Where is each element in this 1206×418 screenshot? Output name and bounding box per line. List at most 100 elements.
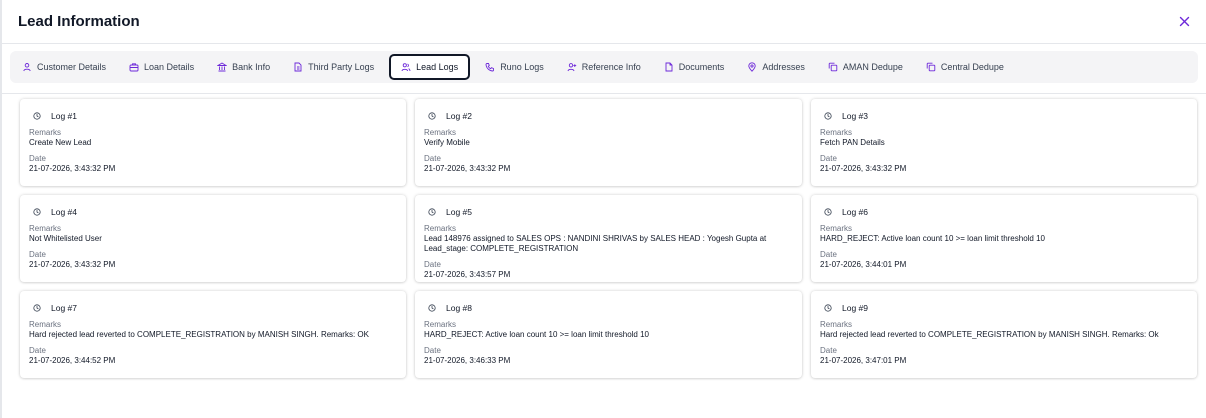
tab-label: Bank Info xyxy=(232,62,271,72)
log-card: Log #3 Remarks Fetch PAN Details Date 21-07-… xyxy=(811,99,1197,186)
remarks-label: Remarks xyxy=(424,224,457,233)
tab-central-dedupe[interactable]: Central Dedupe xyxy=(918,54,1012,80)
users-icon xyxy=(401,62,411,72)
remarks-value: HARD_REJECT: Active loan count 10 >= loa… xyxy=(820,234,1046,243)
remarks-label: Remarks xyxy=(424,320,457,329)
log-card-header: Log #1 xyxy=(33,110,397,122)
date-label: Date xyxy=(29,154,46,163)
tab-reference-info[interactable]: Reference Info xyxy=(559,54,649,80)
tab-addresses[interactable]: Addresses xyxy=(739,54,813,80)
date-label: Date xyxy=(820,346,837,355)
remarks-label: Remarks xyxy=(29,128,62,137)
log-title: Log #4 xyxy=(51,207,77,217)
clock-icon xyxy=(824,112,832,120)
date-label: Date xyxy=(820,250,837,259)
log-title: Log #3 xyxy=(842,111,868,121)
log-card: Log #1 Remarks Create New Lead Date 21-07-20… xyxy=(20,99,406,186)
clock-icon xyxy=(33,112,41,120)
user-plus-icon xyxy=(567,62,577,72)
log-card: Log #4 Remarks Not Whitelisted User Date 21-… xyxy=(20,195,406,282)
remarks-value: Lead 148976 assigned to SALES OPS : NAND… xyxy=(424,234,767,253)
log-card-header: Log #4 xyxy=(33,206,397,218)
tab-third-party-logs[interactable]: Third Party Logs xyxy=(285,54,382,80)
tab-label: Runo Logs xyxy=(500,62,544,72)
remarks-label: Remarks xyxy=(820,224,853,233)
remarks-label: Remarks xyxy=(424,128,457,137)
tab-lead-logs[interactable]: Lead Logs xyxy=(389,54,471,80)
log-title: Log #5 xyxy=(446,207,472,217)
log-card: Log #7 Remarks Hard rejected lead reverted… xyxy=(20,291,406,378)
log-title: Log #6 xyxy=(842,207,868,217)
map-pin-icon xyxy=(747,62,757,72)
log-title: Log #2 xyxy=(446,111,472,121)
date-value: 21-07-2026, 3:43:32 PM xyxy=(29,164,116,173)
log-card: Log #9 Remarks Hard rejected lead reverted… xyxy=(811,291,1197,378)
tab-loan-details[interactable]: Loan Details xyxy=(121,54,202,80)
date-label: Date xyxy=(424,260,441,269)
tab-label: Lead Logs xyxy=(416,62,459,72)
clock-icon xyxy=(428,112,436,120)
phone-icon xyxy=(485,62,495,72)
remarks-value: Create New Lead xyxy=(29,138,92,147)
date-label: Date xyxy=(29,346,46,355)
copy-icon xyxy=(926,62,936,72)
tab-bar: Customer Details Loan Details Bank Info Thi… xyxy=(10,51,1198,83)
clock-icon xyxy=(33,304,41,312)
remarks-value: Hard rejected lead reverted to COMPLETE_… xyxy=(29,330,369,339)
remarks-label: Remarks xyxy=(29,320,62,329)
file-icon xyxy=(293,62,303,72)
remarks-label: Remarks xyxy=(820,128,853,137)
lead-logs-grid: Log #1 Remarks Create New Lead Date 21-07-20… xyxy=(20,99,1197,378)
log-card-header: Log #5 xyxy=(428,206,793,218)
date-value: 21-07-2026, 3:43:32 PM xyxy=(820,164,907,173)
date-value: 21-07-2026, 3:44:01 PM xyxy=(820,260,907,269)
clock-icon xyxy=(824,304,832,312)
log-card-header: Log #8 xyxy=(428,302,793,314)
document-icon xyxy=(664,62,674,72)
log-card: Log #2 Remarks Verify Mobile Date 21-07-2026… xyxy=(415,99,802,186)
log-title: Log #7 xyxy=(51,303,77,313)
modal-title: Lead Information xyxy=(18,13,140,30)
log-title: Log #9 xyxy=(842,303,868,313)
tab-label: Third Party Logs xyxy=(308,62,375,72)
date-label: Date xyxy=(424,154,441,163)
date-value: 21-07-2026, 3:43:32 PM xyxy=(424,164,511,173)
remarks-value: Verify Mobile xyxy=(424,138,470,147)
bank-icon xyxy=(217,62,228,72)
copy-icon xyxy=(828,62,838,72)
date-label: Date xyxy=(820,154,837,163)
modal-header: Lead Information xyxy=(2,0,1206,44)
log-title: Log #8 xyxy=(446,303,472,313)
remarks-value: Not Whitelisted User xyxy=(29,234,102,243)
tab-bank-info[interactable]: Bank Info xyxy=(209,54,278,80)
date-value: 21-07-2026, 3:43:32 PM xyxy=(29,260,116,269)
log-card-header: Log #9 xyxy=(824,302,1188,314)
tab-runo-logs[interactable]: Runo Logs xyxy=(477,54,552,80)
user-icon xyxy=(22,62,32,72)
date-label: Date xyxy=(424,346,441,355)
date-value: 21-07-2026, 3:44:52 PM xyxy=(29,356,116,365)
tab-label: Loan Details xyxy=(144,62,195,72)
clock-icon xyxy=(824,208,832,216)
log-title: Log #1 xyxy=(51,111,77,121)
log-card: Log #5 Remarks Lead 148976 assigned to SAL… xyxy=(415,195,802,282)
log-card: Log #8 Remarks HARD_REJECT: Active loan co… xyxy=(415,291,802,378)
tab-label: Documents xyxy=(678,62,725,72)
tab-label: Addresses xyxy=(762,62,805,72)
tab-aman-dedupe[interactable]: AMAN Dedupe xyxy=(820,54,911,80)
clock-icon xyxy=(428,304,436,312)
tab-label: AMAN Dedupe xyxy=(842,62,903,72)
tab-label: Reference Info xyxy=(581,62,641,72)
log-card: Log #6 Remarks HARD_REJECT: Active loan co… xyxy=(811,195,1197,282)
log-card-header: Log #3 xyxy=(824,110,1188,122)
tab-documents[interactable]: Documents xyxy=(656,54,733,80)
tab-customer-details[interactable]: Customer Details xyxy=(14,54,114,80)
log-card-header: Log #7 xyxy=(33,302,397,314)
lead-information-modal: Lead Information Customer Details Loan De… xyxy=(0,0,1206,418)
log-card-header: Log #2 xyxy=(428,110,793,122)
close-icon[interactable] xyxy=(1176,14,1192,30)
tab-label: Customer Details xyxy=(37,62,107,72)
remarks-value: Fetch PAN Details xyxy=(820,138,885,147)
clock-icon xyxy=(33,208,41,216)
divider xyxy=(2,93,1206,94)
